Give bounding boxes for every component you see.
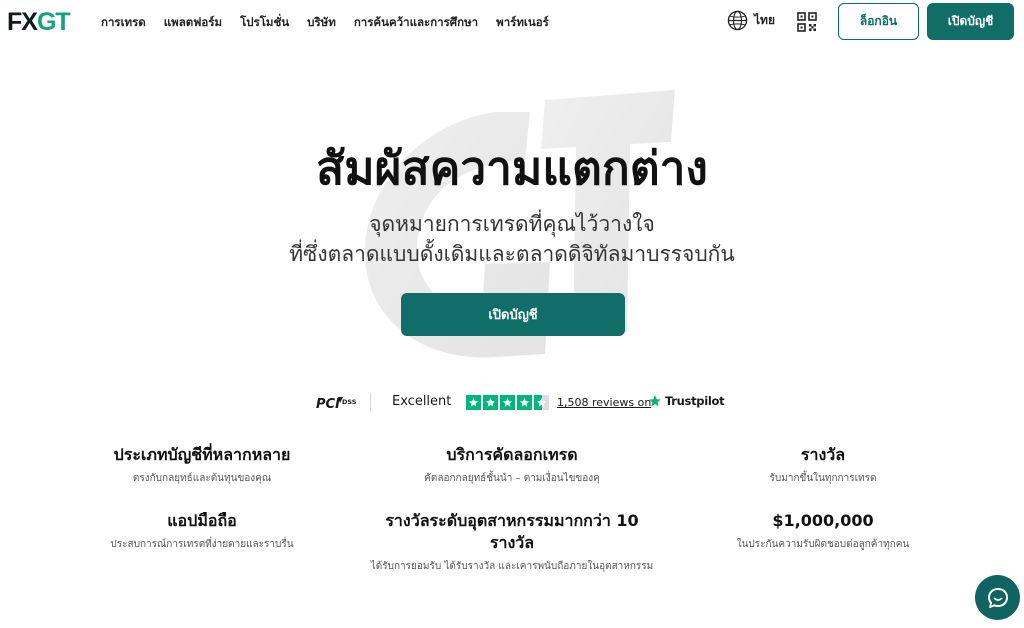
nav-item-research[interactable]: การค้นคว้าและการศึกษา	[345, 12, 487, 32]
globe-icon	[727, 10, 748, 30]
trustpilot-reviews-link[interactable]: 1,508 reviews on	[557, 396, 651, 410]
logo-fx-text: FX	[7, 8, 38, 36]
star-icon	[466, 395, 481, 410]
star-icon	[517, 395, 532, 410]
trustpilot-name: Trustpilot	[665, 394, 725, 408]
feature-copy-trading: บริการคัดลอกเทรด คัดลอกกลยุทธ์ชั้นนำ – ต…	[365, 444, 659, 486]
nav-item-company[interactable]: บริษัท	[298, 12, 345, 32]
nav-item-trading[interactable]: การเทรด	[92, 12, 155, 32]
feature-title: บริการคัดลอกเทรด	[446, 445, 578, 464]
trustpilot-brand[interactable]: Trustpilot	[648, 394, 725, 408]
feature-description: รับมากขึ้นในทุกการเทรด	[769, 473, 877, 484]
page: FX GT การเทรด แพลตฟอร์ม โปรโมชั่น บริษัท …	[0, 0, 1024, 628]
feature-account-types: ประเภทบัญชีที่หลากหลาย ตรงกับกลยุทธ์และต…	[86, 444, 318, 486]
chat-bubble-icon	[987, 587, 1008, 608]
hero-title: สัมผัสความแตกต่าง	[316, 141, 708, 195]
language-label: ไทย	[754, 12, 775, 27]
feature-description: ในประกันความรับผิดชอบต่อลูกค้าทุกคน	[736, 539, 910, 550]
feature-title: แอปมือถือ	[167, 511, 237, 530]
feature-title: $1,000,000	[772, 511, 874, 530]
feature-title: ประเภทบัญชีที่หลากหลาย	[113, 445, 291, 464]
qr-code-icon[interactable]	[797, 12, 817, 32]
feature-rewards: รางวัล รับมากขึ้นในทุกการเทรด	[706, 444, 940, 486]
star-icon	[483, 395, 498, 410]
hero-subtitle-line-2: ที่ซึ่งตลาดแบบดั้งเดิมและตลาดดิจิทัลมาบร…	[289, 242, 735, 266]
nav-item-platforms[interactable]: แพลตฟอร์ม	[155, 12, 231, 32]
language-selector[interactable]: ไทย	[727, 9, 775, 31]
pci-dss-logo: PCI DSS	[316, 397, 357, 412]
hero-subtitle-line-1: จุดหมายการเทรดที่คุณไว้วางใจ	[369, 212, 655, 236]
feature-description: ประสบการณ์การเทรดที่ง่ายดายและราบรื่น	[110, 539, 294, 550]
star-icon	[500, 395, 515, 410]
half-star-icon	[534, 395, 549, 410]
hero-open-account-button[interactable]: เปิดบัญชี	[401, 293, 625, 336]
feature-title: รางวัลระดับอุตสาหกรรมมากกว่า 10 รางวัล	[385, 511, 639, 552]
live-chat-button[interactable]	[975, 575, 1020, 620]
feature-industry-awards: รางวัลระดับอุตสาหกรรมมากกว่า 10 รางวัล ไ…	[365, 510, 659, 574]
fxgt-logo[interactable]: FX GT	[7, 9, 77, 35]
trustpilot-rating-word: Excellent	[392, 394, 452, 409]
trustpilot-stars	[466, 395, 549, 410]
feature-description: ได้รับการยอมรับ ได้รับรางวัล และเคารพนับ…	[370, 561, 654, 572]
logo-gt-text: GT	[36, 8, 71, 36]
nav-item-partners[interactable]: พาร์ทเนอร์	[487, 12, 558, 32]
feature-insurance: $1,000,000 ในประกันความรับผิดชอบต่อลูกค้…	[706, 510, 940, 552]
trustpilot-star-icon	[649, 395, 661, 407]
top-header: FX GT การเทรด แพลตฟอร์ม โปรโมชั่น บริษัท …	[0, 0, 1024, 44]
open-account-button[interactable]: เปิดบัญชี	[927, 3, 1014, 40]
feature-description: คัดลอกกลยุทธ์ชั้นนำ – ตามเงื่อนไขของคุ	[424, 473, 600, 484]
feature-title: รางวัล	[800, 445, 846, 464]
svg-text:PCI: PCI	[316, 397, 340, 412]
feature-description: ตรงกับกลยุทธ์และต้นทุนของคุณ	[132, 473, 272, 484]
main-nav: การเทรด แพลตฟอร์ม โปรโมชั่น บริษัท การค้…	[92, 12, 558, 32]
feature-mobile-app: แอปมือถือ ประสบการณ์การเทรดที่ง่ายดายและ…	[86, 510, 318, 552]
trust-divider	[370, 393, 371, 411]
pci-dss-text: DSS	[342, 398, 357, 406]
nav-item-promotions[interactable]: โปรโมชั่น	[231, 12, 298, 32]
login-button[interactable]: ล็อกอิน	[838, 3, 919, 40]
